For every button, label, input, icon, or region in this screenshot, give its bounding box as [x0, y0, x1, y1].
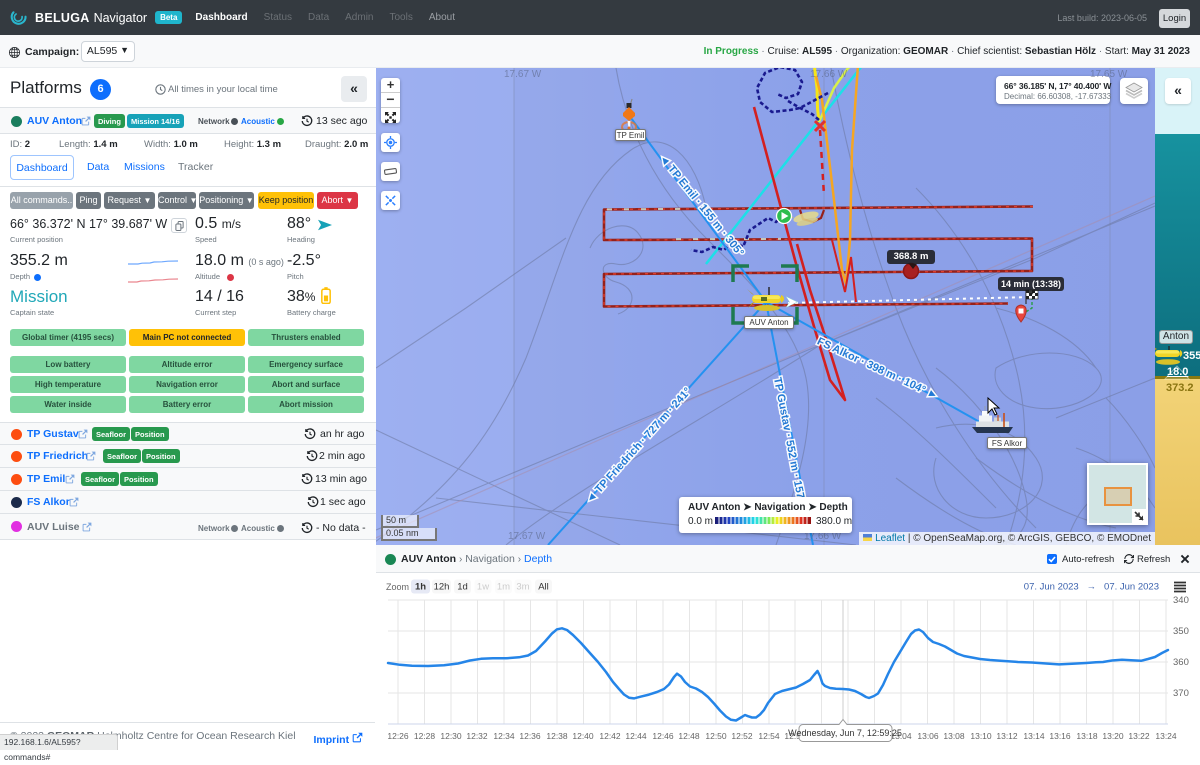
- svg-text:13:20: 13:20: [1102, 731, 1124, 741]
- svg-text:13:10: 13:10: [970, 731, 992, 741]
- svg-text:12h: 12h: [434, 582, 450, 593]
- svg-text:12:34: 12:34: [493, 731, 515, 741]
- svg-text:12:48: 12:48: [678, 731, 700, 741]
- svg-text:18.0: 18.0: [1167, 366, 1188, 378]
- svg-text:1d: 1d: [457, 582, 468, 593]
- svg-text:1h: 1h: [415, 582, 426, 593]
- svg-text:370: 370: [1173, 688, 1189, 699]
- svg-text:Zoom: Zoom: [386, 582, 409, 592]
- svg-text:12:32: 12:32: [466, 731, 488, 741]
- svg-text:3m: 3m: [516, 582, 529, 593]
- svg-text:All: All: [538, 582, 549, 593]
- svg-text:13:06: 13:06: [917, 731, 939, 741]
- svg-text:13:14: 13:14: [1023, 731, 1045, 741]
- svg-text:12:54: 12:54: [758, 731, 780, 741]
- svg-text:12:40: 12:40: [572, 731, 594, 741]
- svg-text:13:16: 13:16: [1049, 731, 1071, 741]
- svg-text:Wednesday, Jun 7, 12:59:25: Wednesday, Jun 7, 12:59:25: [788, 728, 902, 738]
- svg-text:13:12: 13:12: [996, 731, 1018, 741]
- svg-text:12:30: 12:30: [440, 731, 462, 741]
- svg-text:12:52: 12:52: [731, 731, 753, 741]
- svg-text:13:24: 13:24: [1155, 731, 1177, 741]
- svg-text:12:28: 12:28: [414, 731, 436, 741]
- svg-text:373.2: 373.2: [1166, 382, 1194, 394]
- svg-text:12:38: 12:38: [546, 731, 568, 741]
- svg-text:360: 360: [1173, 657, 1189, 668]
- svg-text:13:22: 13:22: [1128, 731, 1150, 741]
- svg-text:355: 355: [1183, 350, 1200, 362]
- svg-text:12:44: 12:44: [625, 731, 647, 741]
- svg-text:12:36: 12:36: [519, 731, 541, 741]
- svg-text:1w: 1w: [477, 582, 489, 593]
- svg-text:340: 340: [1173, 595, 1189, 606]
- svg-text:12:50: 12:50: [705, 731, 727, 741]
- svg-text:350: 350: [1173, 626, 1189, 637]
- svg-text:13:08: 13:08: [943, 731, 965, 741]
- svg-text:07. Jun 2023 → 07. Jun 202: 07. Jun 2023 → 07. Jun 2023: [1024, 582, 1159, 593]
- svg-text:1m: 1m: [497, 582, 510, 593]
- svg-text:13:18: 13:18: [1076, 731, 1098, 741]
- svg-text:12:26: 12:26: [387, 731, 409, 741]
- svg-text:12:42: 12:42: [599, 731, 621, 741]
- svg-text:12:46: 12:46: [652, 731, 674, 741]
